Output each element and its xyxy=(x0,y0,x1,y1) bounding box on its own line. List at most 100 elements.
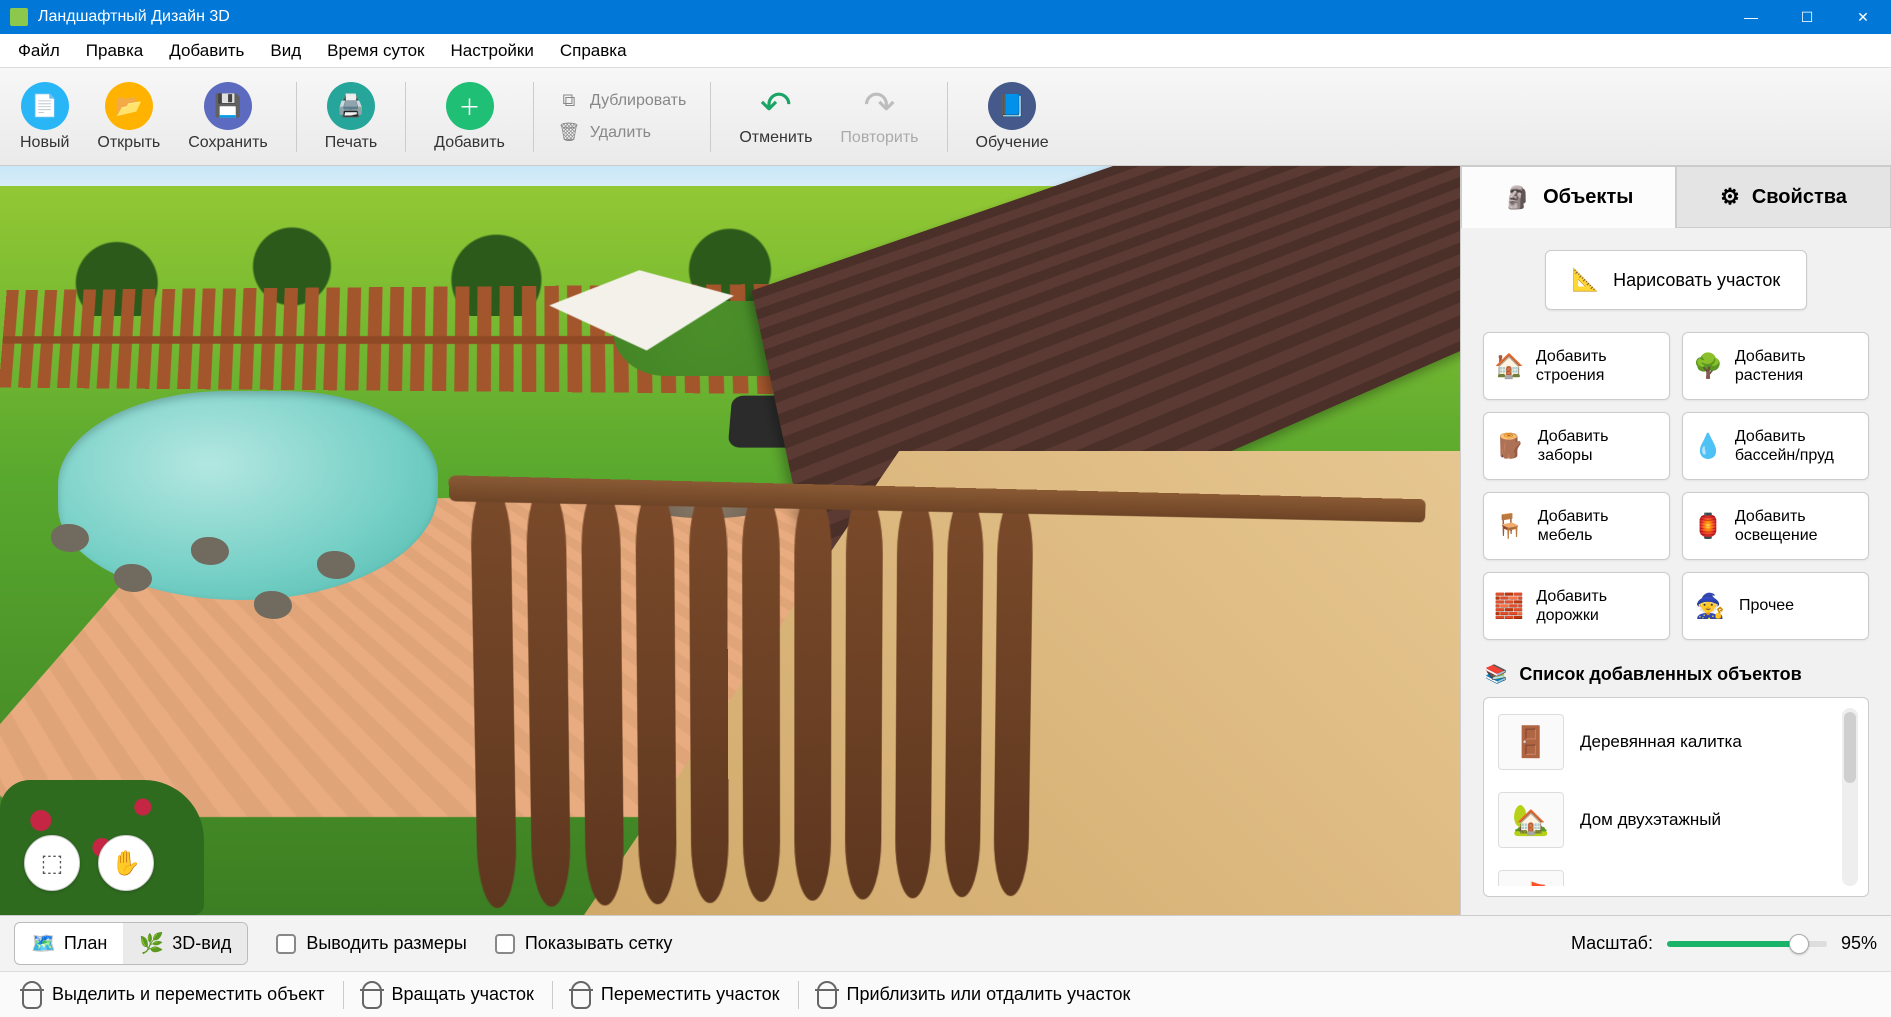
menu-view[interactable]: Вид xyxy=(258,37,313,65)
new-button[interactable]: 📄 Новый xyxy=(10,78,79,156)
cat-pool[interactable]: 💧 Добавить бассейн/пруд xyxy=(1682,412,1869,480)
menu-help[interactable]: Справка xyxy=(548,37,639,65)
redo-arrow-icon: ↷ xyxy=(864,87,896,125)
scale-value: 95% xyxy=(1841,933,1877,954)
view-mode-segment: 🗺️ План 🌿 3D-вид xyxy=(14,922,248,965)
cat-paths[interactable]: 🧱 Добавить дорожки xyxy=(1483,572,1670,640)
app-logo-icon xyxy=(10,8,28,26)
cat-plants[interactable]: 🌳 Добавить растения xyxy=(1682,332,1869,400)
scrollbar-thumb[interactable] xyxy=(1844,712,1856,783)
cat-fences[interactable]: 🪵 Добавить заборы xyxy=(1483,412,1670,480)
tab-objects[interactable]: 🗿 Объекты xyxy=(1461,166,1676,228)
delete-label: Удалить xyxy=(590,124,651,142)
checkbox-box xyxy=(276,934,296,954)
scene-balustrade xyxy=(470,482,1409,909)
lamp-icon: 🏮 xyxy=(1693,509,1723,543)
toolbar-separator xyxy=(947,82,948,152)
toolbar: 📄 Новый 📂 Открыть 💾 Сохранить 🖨️ Печать … xyxy=(0,68,1891,166)
object-list-header: 📚 Список добавленных объектов xyxy=(1461,640,1891,697)
cat-plants-label: Добавить растения xyxy=(1735,347,1858,385)
duplicate-icon: ⧉ xyxy=(558,90,580,112)
undo-label: Отменить xyxy=(739,129,812,147)
titlebar: Ландшафтный Дизайн 3D — ☐ ✕ xyxy=(0,0,1891,34)
bench-icon: 🪑 xyxy=(1494,509,1526,543)
map-icon: 🗺️ xyxy=(31,931,56,956)
cat-buildings-label: Добавить строения xyxy=(1536,347,1659,385)
house-thumb-icon: 🏡 xyxy=(1498,792,1564,848)
mouse-left-icon xyxy=(22,981,42,1009)
open-button[interactable]: 📂 Открыть xyxy=(87,78,170,156)
side-tabs: 🗿 Объекты ⚙ Свойства xyxy=(1461,166,1891,228)
bricks-icon: 🧱 xyxy=(1494,589,1524,623)
view-options-bar: 🗺️ План 🌿 3D-вид Выводить размеры Показы… xyxy=(0,915,1891,971)
minimize-button[interactable]: — xyxy=(1723,0,1779,34)
print-label: Печать xyxy=(325,134,377,152)
folder-open-icon: 📂 xyxy=(105,82,153,130)
pool-icon: 💧 xyxy=(1693,429,1723,463)
menu-file[interactable]: Файл xyxy=(6,37,72,65)
hint-text: Выделить и переместить объект xyxy=(52,984,325,1005)
print-button[interactable]: 🖨️ Печать xyxy=(315,78,387,156)
grass-3d-icon: 🌿 xyxy=(139,931,164,956)
duplicate-button[interactable]: ⧉ Дублировать xyxy=(552,88,692,114)
menu-edit[interactable]: Правка xyxy=(74,37,155,65)
hand-icon: ✋ xyxy=(111,849,141,878)
open-label: Открыть xyxy=(97,134,160,152)
tutorial-button[interactable]: 📘 Обучение xyxy=(966,78,1059,156)
view-mode-3d[interactable]: 🌿 3D-вид xyxy=(123,923,247,964)
scale-slider-knob[interactable] xyxy=(1789,934,1809,954)
save-button[interactable]: 💾 Сохранить xyxy=(178,78,278,156)
redo-label: Повторить xyxy=(840,129,918,147)
objects-icon: 🗿 xyxy=(1504,185,1531,211)
object-item-house[interactable]: 🏡 Дом двухэтажный xyxy=(1494,786,1832,854)
checkbox-show-sizes[interactable]: Выводить размеры xyxy=(276,933,467,954)
tab-properties[interactable]: ⚙ Свойства xyxy=(1676,166,1891,228)
printer-icon: 🖨️ xyxy=(327,82,375,130)
undo-button[interactable]: ↶ Отменить xyxy=(729,83,822,151)
menu-add[interactable]: Добавить xyxy=(157,37,256,65)
menu-settings[interactable]: Настройки xyxy=(439,37,546,65)
view-mode-plan[interactable]: 🗺️ План xyxy=(15,923,123,964)
save-disk-icon: 💾 xyxy=(204,82,252,130)
redo-button[interactable]: ↷ Повторить xyxy=(830,83,928,151)
status-hints-bar: Выделить и переместить объект Вращать уч… xyxy=(0,971,1891,1017)
cat-buildings[interactable]: 🏠 Добавить строения xyxy=(1483,332,1670,400)
dup-del-group: ⧉ Дублировать 🗑 Удалить xyxy=(552,88,692,146)
separator xyxy=(798,981,799,1009)
scale-slider[interactable] xyxy=(1667,941,1827,947)
delete-button[interactable]: 🗑 Удалить xyxy=(552,120,692,146)
mouse-right-icon xyxy=(362,981,382,1009)
cat-lighting[interactable]: 🏮 Добавить освещение xyxy=(1682,492,1869,560)
close-button[interactable]: ✕ xyxy=(1835,0,1891,34)
book-icon: 📘 xyxy=(988,82,1036,130)
hint-rotate: Вращать участок xyxy=(354,981,542,1009)
object-list-scrollbar[interactable] xyxy=(1842,708,1858,886)
cat-furniture[interactable]: 🪑 Добавить мебель xyxy=(1483,492,1670,560)
fence-icon: 🪵 xyxy=(1494,429,1526,463)
checkbox-show-grid[interactable]: Показывать сетку xyxy=(495,933,673,954)
add-button[interactable]: ＋ Добавить xyxy=(424,78,515,156)
maximize-button[interactable]: ☐ xyxy=(1779,0,1835,34)
view-mode-plan-label: План xyxy=(64,933,107,954)
separator xyxy=(343,981,344,1009)
add-label: Добавить xyxy=(434,134,505,152)
cat-pool-label: Добавить бассейн/пруд xyxy=(1735,427,1858,465)
tab-properties-label: Свойства xyxy=(1752,186,1847,209)
viewport-3d[interactable]: ⬚ ✋ xyxy=(0,166,1461,915)
object-item-gate[interactable]: 🚪 Деревянная калитка xyxy=(1494,708,1832,776)
checkbox-show-grid-label: Показывать сетку xyxy=(525,933,673,954)
pan-tool-button[interactable]: ✋ xyxy=(98,835,154,891)
hint-text: Приблизить или отдалить участок xyxy=(847,984,1131,1005)
object-item-plot[interactable]: ⛳ Участок xyxy=(1494,864,1832,886)
scale-control: Масштаб: 95% xyxy=(1571,933,1877,954)
scene-rocks xyxy=(44,511,394,646)
window-title: Ландшафтный Дизайн 3D xyxy=(38,8,230,26)
draw-plot-label: Нарисовать участок xyxy=(1613,270,1780,291)
tutorial-label: Обучение xyxy=(976,134,1049,152)
toolbar-separator xyxy=(296,82,297,152)
cat-other[interactable]: 🧙 Прочее xyxy=(1682,572,1869,640)
menu-daytime[interactable]: Время суток xyxy=(315,37,436,65)
view-mode-3d-label: 3D-вид xyxy=(172,933,231,954)
orbit-tool-button[interactable]: ⬚ xyxy=(24,835,80,891)
draw-plot-button[interactable]: 📐 Нарисовать участок xyxy=(1545,250,1808,310)
